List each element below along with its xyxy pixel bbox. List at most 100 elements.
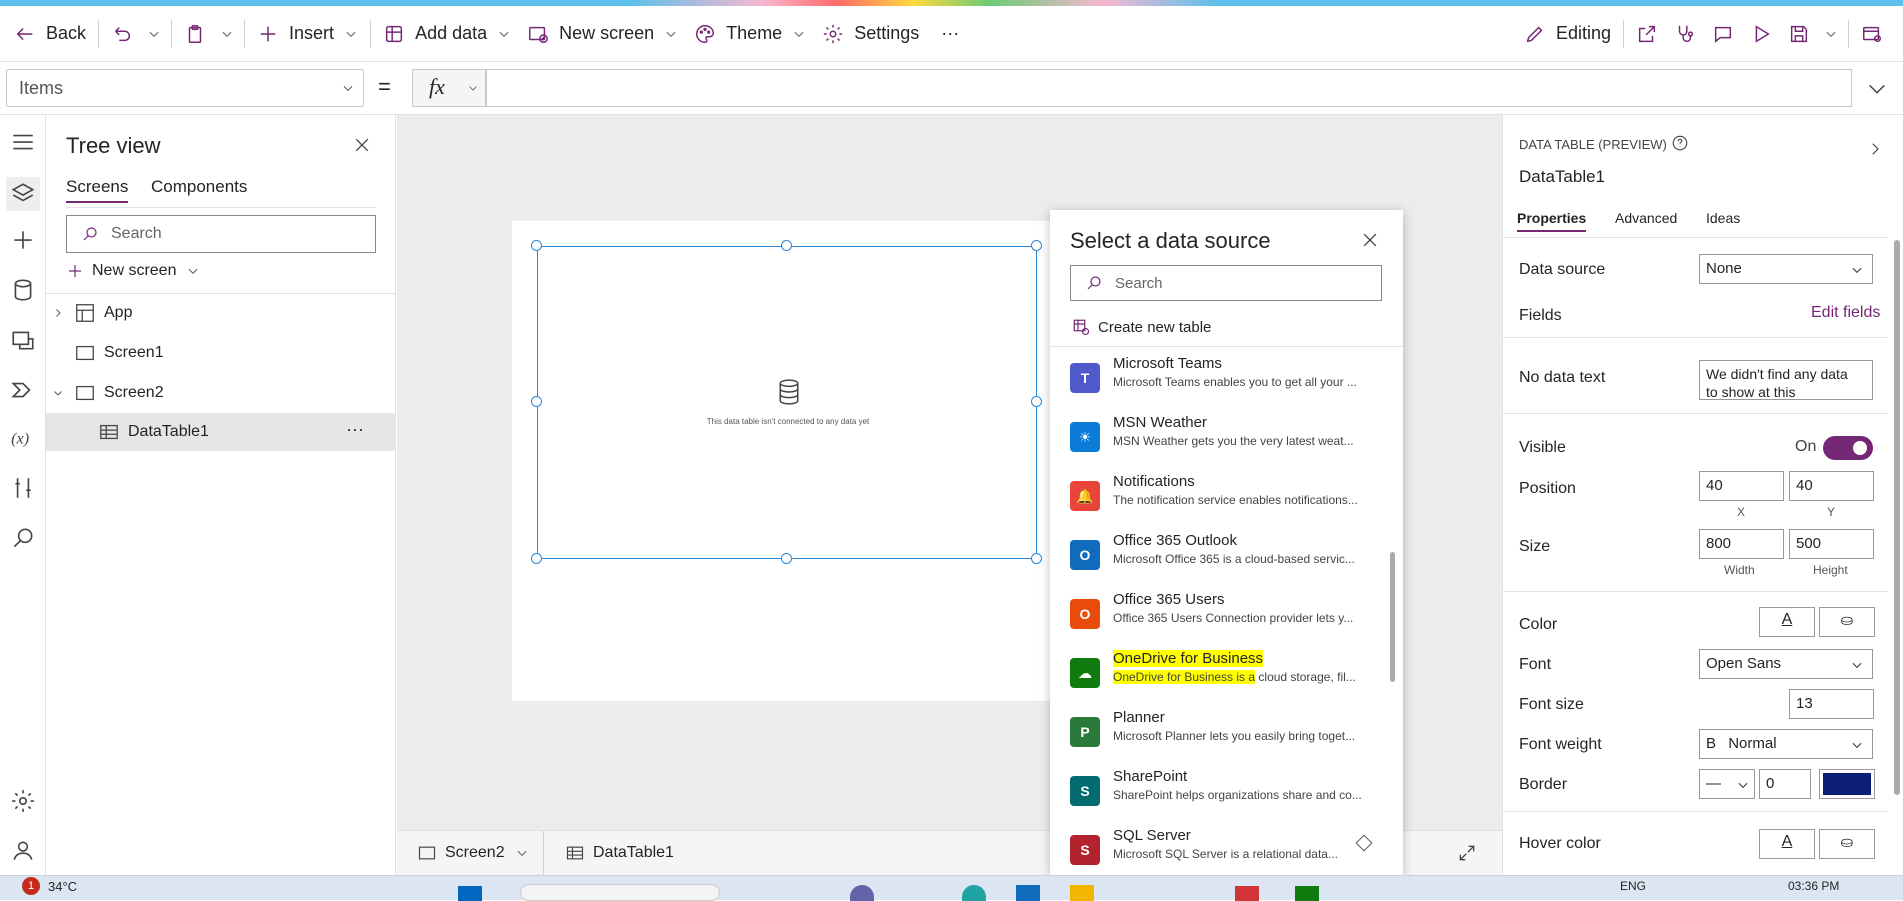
control-breadcrumb[interactable]: DataTable1 xyxy=(565,843,674,863)
edit-fields-link[interactable]: Edit fields xyxy=(1811,304,1880,322)
menu-icon[interactable] xyxy=(10,129,36,155)
formula-input[interactable] xyxy=(486,69,1852,107)
height-input[interactable]: 500 xyxy=(1789,529,1874,559)
scrollbar-thumb[interactable] xyxy=(1390,552,1395,682)
resize-handle[interactable] xyxy=(1031,396,1042,407)
resize-handle[interactable] xyxy=(1031,553,1042,564)
position-x-input[interactable]: 40 xyxy=(1699,471,1784,501)
data-source-item[interactable]: S SQL Server Microsoft SQL Server is a rel… xyxy=(1050,823,1403,882)
weather-temp[interactable]: 34°C xyxy=(48,879,77,894)
resize-handle[interactable] xyxy=(781,553,792,564)
close-icon[interactable] xyxy=(1360,230,1380,250)
data-table-control[interactable]: This data table isn't connected to any d… xyxy=(537,246,1037,559)
tree-item-screen2[interactable]: Screen2 xyxy=(46,373,396,413)
data-source-item[interactable]: O Office 365 Outlook Microsoft Office 365 … xyxy=(1050,528,1403,587)
media-icon[interactable] xyxy=(10,327,36,353)
chevron-right-icon[interactable] xyxy=(1866,140,1884,158)
add-data-button[interactable]: Add data xyxy=(375,14,519,54)
position-y-input[interactable]: 40 xyxy=(1789,471,1874,501)
teams-taskbar-icon[interactable] xyxy=(850,885,874,901)
font-dropdown[interactable]: Open Sans xyxy=(1699,649,1873,679)
resize-handle[interactable] xyxy=(781,240,792,251)
resize-handle[interactable] xyxy=(531,553,542,564)
tab-properties[interactable]: Properties xyxy=(1517,210,1587,232)
tab-screens[interactable]: Screens xyxy=(66,177,129,203)
tree-search-input[interactable]: Search xyxy=(66,215,376,253)
resize-handle[interactable] xyxy=(531,396,542,407)
data-source-item[interactable]: S SharePoint SharePoint helps organization… xyxy=(1050,764,1403,823)
resize-handle[interactable] xyxy=(1031,240,1042,251)
insert-icon[interactable] xyxy=(10,227,36,253)
fit-to-window-icon[interactable] xyxy=(1457,843,1477,863)
tree-item-screen1[interactable]: Screen1 xyxy=(46,333,396,373)
width-input[interactable]: 800 xyxy=(1699,529,1784,559)
tree-item-datatable1[interactable]: DataTable1 ··· xyxy=(46,413,396,451)
data-icon[interactable] xyxy=(10,277,36,303)
tree-item-app[interactable]: App xyxy=(46,293,396,333)
insert-button[interactable]: Insert xyxy=(249,14,366,54)
border-style-dropdown[interactable]: — xyxy=(1699,769,1755,799)
power-automate-icon[interactable] xyxy=(10,377,36,403)
language-indicator[interactable]: ENG xyxy=(1620,879,1646,893)
app-checker-button[interactable] xyxy=(1666,14,1704,54)
undo-button[interactable] xyxy=(103,14,141,54)
fill-color-button[interactable]: ⛀ xyxy=(1819,607,1875,637)
tab-advanced[interactable]: Advanced xyxy=(1615,210,1677,226)
data-source-search-input[interactable]: Search xyxy=(1070,265,1382,301)
font-weight-dropdown[interactable]: B Normal xyxy=(1699,729,1873,759)
share-button[interactable] xyxy=(1628,14,1666,54)
data-source-dropdown[interactable]: None xyxy=(1699,254,1873,284)
paste-dropdown[interactable] xyxy=(214,14,240,54)
publish-button[interactable] xyxy=(1853,14,1891,54)
more-button[interactable]: ··· xyxy=(933,14,967,54)
tree-view-icon[interactable] xyxy=(6,177,40,211)
excel-taskbar-icon[interactable] xyxy=(1295,886,1319,901)
new-screen-button[interactable]: New screen xyxy=(519,14,686,54)
expand-formula-icon[interactable] xyxy=(1866,78,1888,100)
visible-toggle[interactable] xyxy=(1823,436,1873,460)
settings-icon[interactable] xyxy=(10,788,36,814)
data-source-item[interactable]: ☁ OneDrive for Business OneDrive for Busin… xyxy=(1050,646,1403,705)
more-options-button[interactable]: ··· xyxy=(346,419,364,440)
comments-button[interactable] xyxy=(1704,14,1742,54)
explorer-taskbar-icon[interactable] xyxy=(1070,885,1094,901)
start-icon[interactable] xyxy=(458,886,482,901)
data-source-item[interactable]: T Microsoft Teams Microsoft Teams enables … xyxy=(1050,351,1403,410)
outlook-taskbar-icon[interactable] xyxy=(1016,885,1040,901)
paste-button[interactable] xyxy=(176,14,214,54)
font-size-input[interactable]: 13 xyxy=(1789,689,1874,719)
clock[interactable]: 03:36 PM xyxy=(1788,879,1839,893)
back-button[interactable]: Back xyxy=(6,14,94,54)
variables-icon[interactable]: (x) xyxy=(10,425,36,451)
resize-handle[interactable] xyxy=(531,240,542,251)
properties-scrollbar[interactable] xyxy=(1894,240,1900,795)
preview-button[interactable] xyxy=(1742,14,1780,54)
search-icon[interactable] xyxy=(10,525,36,551)
property-dropdown[interactable]: Items xyxy=(6,69,364,107)
hover-fill-color-button[interactable]: ⛀ xyxy=(1819,829,1875,859)
control-name[interactable]: DataTable1 xyxy=(1519,167,1605,187)
chrome-taskbar-icon[interactable] xyxy=(1235,886,1259,901)
screen-breadcrumb[interactable]: Screen2 xyxy=(417,843,529,863)
hover-text-color-button[interactable]: A xyxy=(1759,829,1815,859)
data-source-item[interactable]: 🔔 Notifications The notification service e… xyxy=(1050,469,1403,528)
new-screen-button[interactable]: New screen xyxy=(66,262,200,280)
editing-button[interactable]: Editing xyxy=(1516,14,1619,54)
data-source-item[interactable]: P Planner Microsoft Planner lets you easil… xyxy=(1050,705,1403,764)
text-color-button[interactable]: A xyxy=(1759,607,1815,637)
border-color-button[interactable] xyxy=(1819,769,1875,799)
data-source-item[interactable]: ☀ MSN Weather MSN Weather gets you the ver… xyxy=(1050,410,1403,469)
create-new-table-button[interactable]: Create new table xyxy=(1072,318,1211,336)
tab-ideas[interactable]: Ideas xyxy=(1706,210,1740,226)
no-data-text-input[interactable]: We didn't find any data to show at this xyxy=(1699,360,1873,400)
settings-button[interactable]: Settings xyxy=(814,14,927,54)
data-source-item[interactable]: O Office 365 Users Office 365 Users Connec… xyxy=(1050,587,1403,646)
taskbar-search[interactable] xyxy=(520,884,720,901)
edge-taskbar-icon[interactable] xyxy=(962,885,986,901)
help-icon[interactable] xyxy=(1671,134,1689,152)
tab-components[interactable]: Components xyxy=(151,177,247,197)
advanced-tools-icon[interactable] xyxy=(10,475,36,501)
close-icon[interactable] xyxy=(352,135,372,155)
virtual-agent-icon[interactable] xyxy=(10,838,36,864)
save-dropdown[interactable] xyxy=(1818,14,1844,54)
